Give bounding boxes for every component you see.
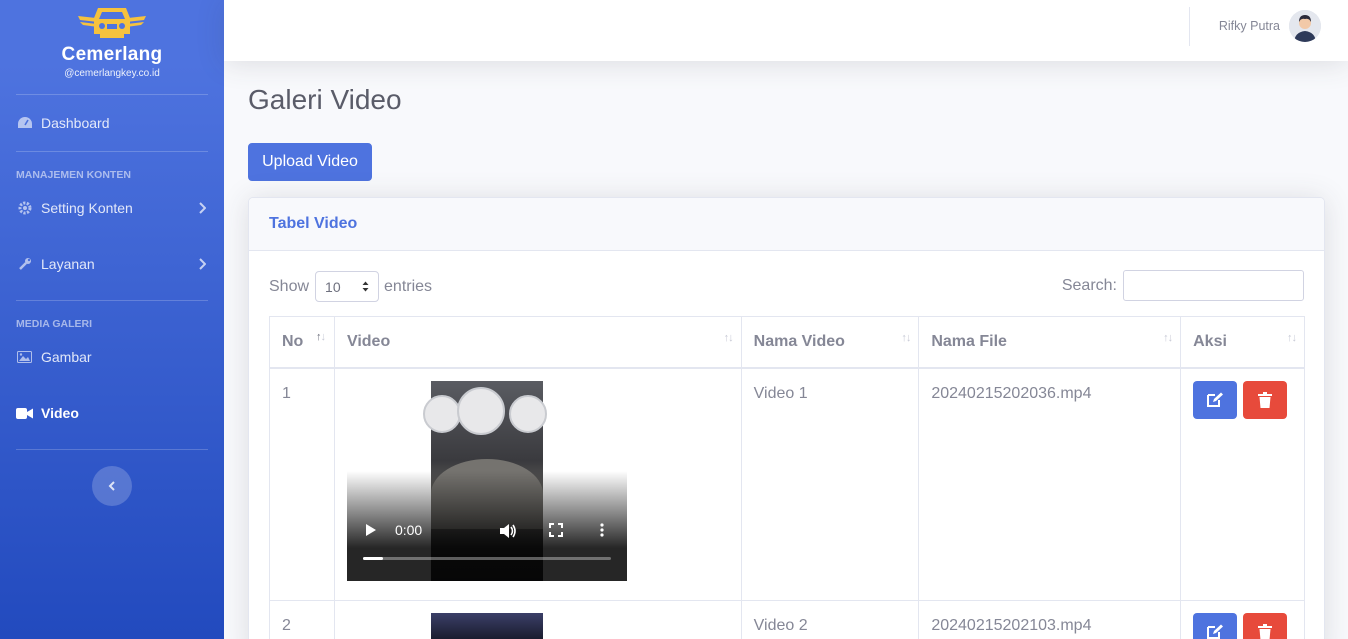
user-menu[interactable]: Rifky Putra [1219, 10, 1321, 42]
delete-button[interactable] [1242, 613, 1287, 639]
wrench-icon [16, 257, 33, 271]
play-icon[interactable] [365, 523, 377, 540]
sidebar: Cemerlang @cemerlangkey.co.id Dashboard … [0, 0, 224, 639]
cell-nama-file: 20240215202036.mp4 [918, 367, 1182, 601]
sidebar-item-setting-konten[interactable]: Setting Konten [0, 188, 224, 228]
column-header-label: Aksi [1193, 332, 1227, 350]
sort-icon: ↑↓ [1163, 332, 1173, 344]
table-header-row: No ↑↓ Video ↑↓ Nama Video ↑↓ Nama File ↑↓ Ak… [269, 316, 1305, 369]
sidebar-item-gambar[interactable]: Gambar [0, 337, 224, 377]
cell-nama-video: Video 1 [740, 367, 920, 601]
sidebar-item-label: Gambar [41, 349, 92, 365]
sidebar-item-label: Dashboard [41, 115, 110, 131]
gear-icon [16, 201, 33, 215]
video-player[interactable] [430, 613, 543, 639]
column-header-nama-file[interactable]: Nama File ↑↓ [918, 316, 1182, 369]
card-title: Tabel Video [269, 215, 358, 232]
cell-nama-file: 20240215202103.mp4 [918, 600, 1182, 639]
upload-video-button[interactable]: Upload Video [248, 143, 372, 181]
column-header-aksi[interactable]: Aksi ↑↓ [1180, 316, 1305, 369]
entries-length: Show 10 entries [269, 271, 432, 302]
video-icon [16, 406, 33, 420]
sidebar-heading: MEDIA GALERI [16, 318, 93, 330]
chevron-left-icon [108, 481, 115, 491]
avatar [1289, 10, 1321, 42]
trash-icon [1257, 391, 1272, 408]
fullscreen-icon[interactable] [548, 522, 563, 540]
search-input[interactable] [1123, 270, 1304, 301]
cell-video [333, 600, 742, 639]
sort-icon: ↑↓ [315, 331, 326, 343]
cell-no: 2 [269, 600, 335, 639]
user-name: Rifky Putra [1218, 19, 1280, 33]
column-header-nama-video[interactable]: Nama Video ↑↓ [740, 316, 920, 369]
edit-button[interactable] [1193, 613, 1238, 639]
sidebar-item-label: Setting Konten [41, 200, 133, 216]
video-player[interactable]: 0:00 [346, 380, 627, 581]
table-row: 1 0:00 Video 1 20240215202036.mp4 [269, 367, 1305, 601]
sidebar-divider [16, 449, 208, 450]
car-logo-icon [78, 8, 146, 38]
column-header-no[interactable]: No ↑↓ [269, 316, 335, 369]
topbar-divider [1189, 7, 1190, 46]
trash-icon [1257, 624, 1272, 639]
edit-icon [1207, 392, 1224, 407]
sidebar-item-label: Video [41, 405, 79, 421]
column-header-label: Nama Video [753, 332, 845, 350]
image-icon [16, 350, 33, 364]
video-progress-bar[interactable] [362, 556, 611, 560]
sort-icon: ↑↓ [901, 332, 911, 344]
brand-email: @cemerlangkey.co.id [64, 68, 160, 79]
dashboard-icon [16, 116, 33, 130]
more-options-icon[interactable] [600, 522, 604, 540]
entries-select-value: 10 [325, 278, 341, 295]
volume-icon[interactable] [499, 523, 517, 542]
table-row: 2 Video 2 20240215202103.mp4 [269, 600, 1305, 639]
video-table: No ↑↓ Video ↑↓ Nama Video ↑↓ Nama File ↑↓ Ak… [269, 316, 1305, 639]
cell-nama-video: Video 2 [740, 600, 920, 639]
show-label: Show [269, 277, 310, 295]
cell-aksi [1180, 367, 1305, 601]
chevron-right-icon [199, 258, 206, 270]
sort-icon: ↑↓ [1287, 332, 1297, 344]
table-search: Search: [1062, 270, 1304, 301]
sidebar-item-video[interactable]: Video [0, 377, 224, 449]
chevron-right-icon [199, 202, 206, 214]
page-title: Galeri Video [248, 84, 402, 115]
column-header-video[interactable]: Video ↑↓ [333, 316, 742, 369]
sidebar-toggle-button[interactable] [92, 466, 132, 506]
column-header-label: No [282, 332, 304, 350]
video-time: 0:00 [394, 521, 423, 538]
video-table-card: Tabel Video Show 10 entries Search: No ↑↓… [248, 197, 1325, 639]
sidebar-item-label: Layanan [41, 256, 95, 272]
video-controls: 0:00 [346, 470, 627, 581]
cell-video: 0:00 [333, 367, 742, 601]
edit-icon [1207, 624, 1224, 639]
column-header-label: Nama File [931, 332, 1007, 350]
sidebar-item-layanan[interactable]: Layanan [0, 228, 224, 300]
entries-select[interactable]: 10 [315, 271, 380, 302]
sidebar-heading: MANAJEMEN KONTEN [16, 169, 131, 181]
sidebar-item-dashboard[interactable]: Dashboard [0, 95, 224, 151]
cell-aksi [1180, 600, 1305, 639]
brand[interactable]: Cemerlang @cemerlangkey.co.id [0, 0, 224, 94]
entries-label: entries [384, 277, 433, 295]
cell-no: 1 [269, 367, 335, 601]
select-caret-icon [362, 281, 369, 292]
topbar: Rifky Putra [224, 0, 1348, 61]
sort-icon: ↑↓ [723, 332, 734, 344]
search-label: Search: [1061, 276, 1117, 294]
edit-button[interactable] [1193, 380, 1238, 419]
brand-name: Cemerlang [61, 44, 163, 65]
card-header: Tabel Video [249, 198, 1324, 251]
delete-button[interactable] [1242, 380, 1287, 419]
column-header-label: Video [346, 332, 391, 350]
